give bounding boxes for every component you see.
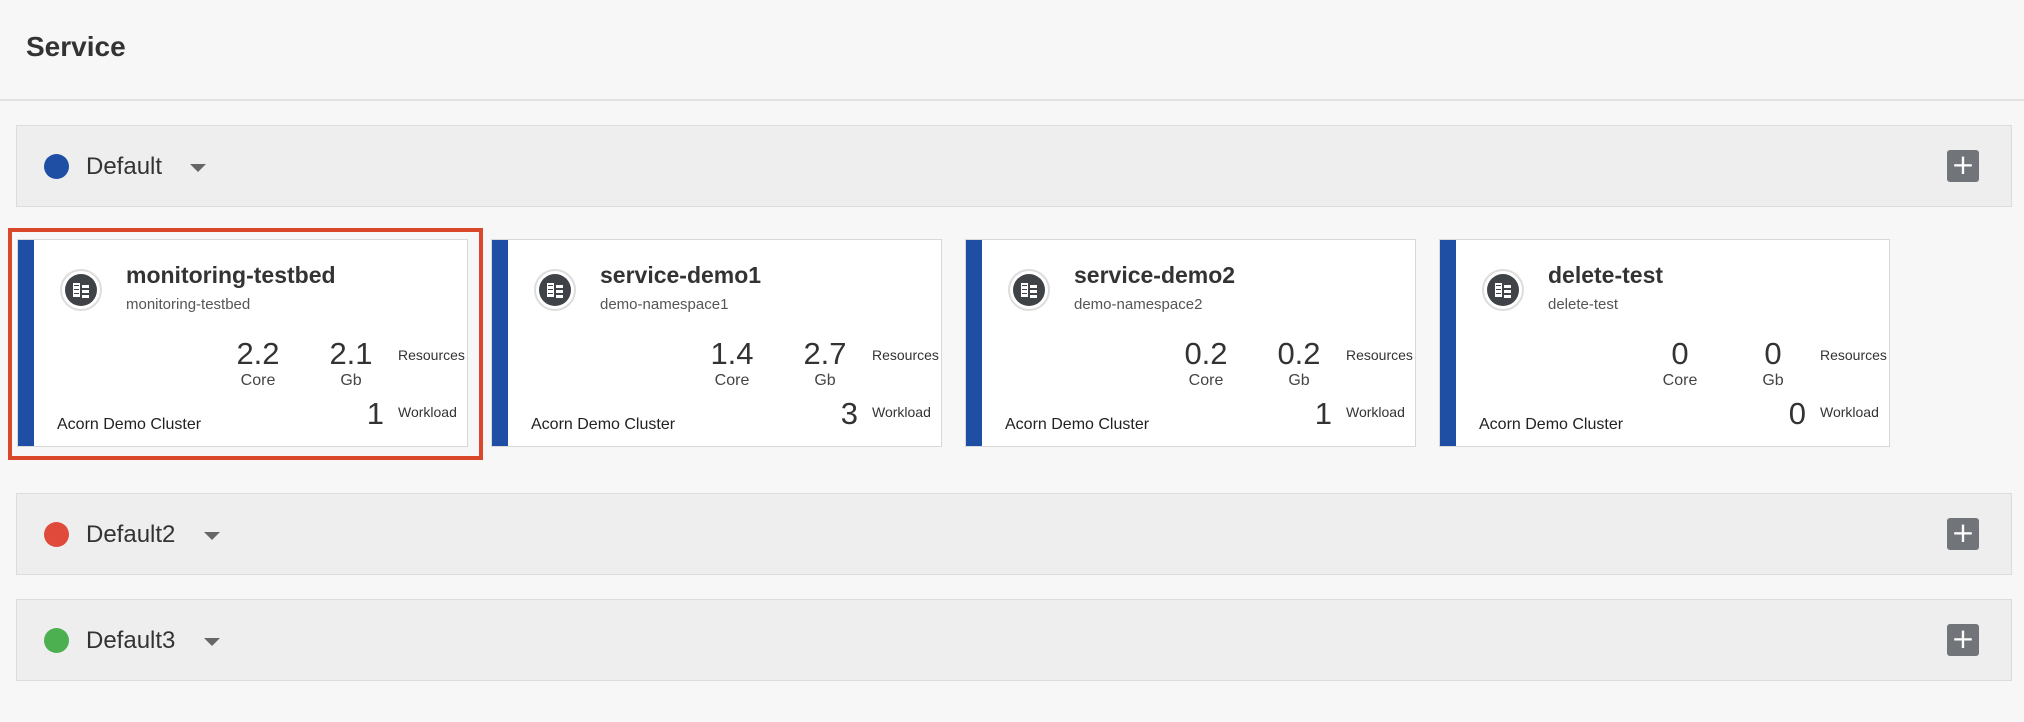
core-value: 0.2 bbox=[1184, 336, 1228, 371]
add-service-button[interactable]: + bbox=[1947, 150, 1979, 182]
service-card[interactable]: delete-test delete-test 0 Core 0 Gb Reso… bbox=[1439, 239, 1890, 447]
chevron-down-icon[interactable] bbox=[190, 164, 206, 172]
memory-unit: Gb bbox=[1762, 372, 1784, 389]
workload-count: 3 bbox=[840, 396, 858, 431]
service-name[interactable]: delete-test bbox=[1548, 262, 1663, 289]
card-accent-bar bbox=[1440, 240, 1456, 446]
workload-count: 1 bbox=[1314, 396, 1332, 431]
group-name: Default bbox=[86, 153, 163, 180]
service-name[interactable]: monitoring-testbed bbox=[126, 262, 336, 289]
memory-unit: Gb bbox=[340, 372, 362, 389]
group-name: Default2 bbox=[86, 521, 176, 548]
core-unit: Core bbox=[1662, 372, 1698, 389]
group-bar-default3[interactable]: Default3 + bbox=[16, 599, 2012, 681]
service-name[interactable]: service-demo1 bbox=[600, 262, 761, 289]
core-unit: Core bbox=[714, 372, 750, 389]
resources-label: Resources bbox=[872, 347, 939, 363]
service-cluster-icon bbox=[60, 269, 102, 311]
group-color-dot bbox=[44, 628, 69, 653]
workload-label: Workload bbox=[1820, 404, 1879, 420]
card-accent-bar bbox=[492, 240, 508, 446]
cluster-name: Acorn Demo Cluster bbox=[531, 416, 676, 433]
service-card[interactable]: service-demo2 demo-namespace2 0.2 Core 0… bbox=[965, 239, 1416, 447]
service-namespace: monitoring-testbed bbox=[126, 296, 251, 313]
chevron-down-icon[interactable] bbox=[204, 638, 220, 646]
add-service-button[interactable]: + bbox=[1947, 518, 1979, 550]
core-value: 0 bbox=[1671, 336, 1689, 371]
card-accent-bar bbox=[18, 240, 34, 446]
workload-count: 1 bbox=[366, 396, 384, 431]
workload-label: Workload bbox=[1346, 404, 1405, 420]
group-bar-default2[interactable]: Default2 + bbox=[16, 493, 2012, 575]
service-namespace: demo-namespace1 bbox=[600, 296, 729, 313]
memory-value: 2.1 bbox=[329, 336, 373, 371]
workload-count: 0 bbox=[1788, 396, 1806, 431]
core-value: 1.4 bbox=[710, 336, 754, 371]
cluster-name: Acorn Demo Cluster bbox=[1005, 416, 1150, 433]
memory-value: 0 bbox=[1764, 336, 1782, 371]
core-value: 2.2 bbox=[236, 336, 280, 371]
group-color-dot bbox=[44, 154, 69, 179]
resources-label: Resources bbox=[1346, 347, 1413, 363]
memory-unit: Gb bbox=[814, 372, 836, 389]
card-accent-bar bbox=[966, 240, 982, 446]
service-cluster-icon bbox=[1008, 269, 1050, 311]
memory-unit: Gb bbox=[1288, 372, 1310, 389]
service-name[interactable]: service-demo2 bbox=[1074, 262, 1235, 289]
group-bar-default[interactable]: Default + bbox=[16, 125, 2012, 207]
workload-label: Workload bbox=[872, 404, 931, 420]
memory-value: 2.7 bbox=[803, 336, 847, 371]
service-namespace: delete-test bbox=[1548, 296, 1619, 313]
page-header: Service bbox=[0, 0, 2024, 101]
cluster-name: Acorn Demo Cluster bbox=[57, 416, 202, 433]
group-color-dot bbox=[44, 522, 69, 547]
service-cluster-icon bbox=[1482, 269, 1524, 311]
core-unit: Core bbox=[240, 372, 276, 389]
service-cluster-icon bbox=[534, 269, 576, 311]
resources-label: Resources bbox=[1820, 347, 1887, 363]
workload-label: Workload bbox=[398, 404, 457, 420]
chevron-down-icon[interactable] bbox=[204, 532, 220, 540]
page-title: Service bbox=[26, 31, 126, 62]
add-service-button[interactable]: + bbox=[1947, 624, 1979, 656]
service-card[interactable]: service-demo1 demo-namespace1 1.4 Core 2… bbox=[491, 239, 942, 447]
service-card[interactable]: monitoring-testbed monitoring-testbed 2.… bbox=[17, 239, 468, 447]
resources-label: Resources bbox=[398, 347, 465, 363]
memory-value: 0.2 bbox=[1277, 336, 1321, 371]
core-unit: Core bbox=[1188, 372, 1224, 389]
service-namespace: demo-namespace2 bbox=[1074, 296, 1203, 313]
group-name: Default3 bbox=[86, 627, 176, 654]
cluster-name: Acorn Demo Cluster bbox=[1479, 416, 1624, 433]
